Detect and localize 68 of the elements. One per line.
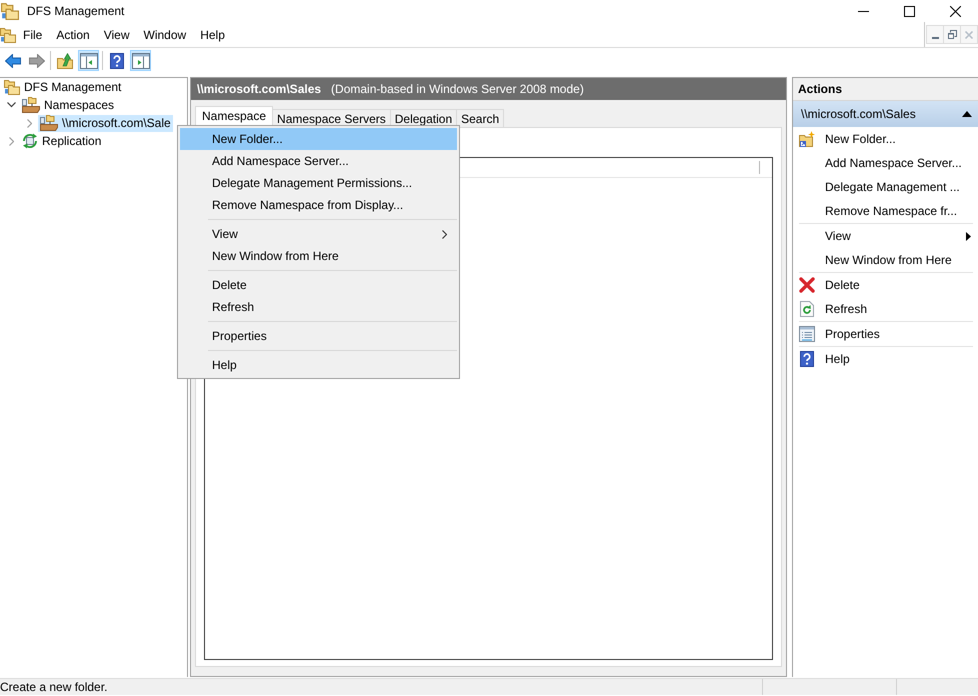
- chevron-right-icon: [442, 230, 447, 238]
- refresh-icon: [800, 301, 814, 317]
- tree-item[interactable]: DFS Management: [2, 78, 124, 96]
- menu-item[interactable]: Help: [193, 24, 232, 44]
- pane-left-icon: [80, 52, 98, 68]
- folder-server-icon: [40, 115, 58, 131]
- actions-title: Actions: [793, 78, 978, 101]
- restore-button[interactable]: [943, 25, 961, 44]
- tab[interactable]: Search: [456, 109, 504, 127]
- folders-icon: [1, 2, 19, 20]
- delete-icon: [799, 277, 815, 293]
- menu-item[interactable]: Delegate Management Permissions...: [180, 172, 457, 194]
- minimize-button[interactable]: [926, 25, 944, 44]
- pane-right-icon: [132, 52, 150, 68]
- action-pane-toggle[interactable]: [130, 50, 151, 71]
- task-link[interactable]: New Window from Here: [793, 248, 978, 272]
- menu-item[interactable]: Help: [180, 354, 457, 376]
- task-link[interactable]: Refresh: [793, 297, 978, 321]
- close-icon: [950, 6, 960, 16]
- new-folder-icon: [799, 131, 815, 147]
- task-link[interactable]: Add Namespace Server...: [793, 151, 978, 175]
- folder-server-icon: [22, 97, 40, 113]
- menu-item[interactable]: Add Namespace Server...: [180, 150, 457, 172]
- namespace-title: \\microsoft.com\Sales: [197, 82, 322, 96]
- folder-up-arrow-icon: [56, 52, 72, 68]
- task-link[interactable]: Delete: [793, 273, 978, 297]
- tree-item[interactable]: \\microsoft.com\Sale: [38, 114, 173, 132]
- chevron-right-icon[interactable]: [8, 136, 14, 146]
- properties-icon: [799, 326, 815, 342]
- triangle-right-icon: [966, 232, 971, 240]
- chevron-down-icon[interactable]: [6, 102, 16, 108]
- circular-arrows-icon: [22, 133, 38, 149]
- task-link[interactable]: Help: [793, 347, 978, 371]
- minimize-icon: [932, 37, 938, 39]
- menu-item[interactable]: View: [180, 223, 457, 245]
- menu-item[interactable]: Action: [49, 24, 97, 44]
- task-link[interactable]: Remove Namespace fr...: [793, 199, 978, 223]
- chevron-right-icon[interactable]: [26, 118, 32, 128]
- console-tree-toggle[interactable]: [78, 50, 99, 71]
- status-text: Create a new folder.: [0, 679, 108, 695]
- menu-item[interactable]: Refresh: [180, 296, 457, 318]
- task-link[interactable]: Delegate Management ...: [793, 175, 978, 199]
- close-icon: [965, 30, 973, 38]
- help-icon: [110, 52, 124, 68]
- menu-item[interactable]: View: [96, 24, 136, 44]
- help-icon: [800, 351, 814, 367]
- folders-icon: [0, 26, 16, 42]
- restore-icon: [948, 30, 956, 39]
- tree-item[interactable]: Replication: [20, 132, 104, 150]
- menu-item[interactable]: Delete: [180, 274, 457, 296]
- menu-item[interactable]: New Window from Here: [180, 245, 457, 267]
- menu-item[interactable]: Window: [136, 24, 194, 44]
- task-link[interactable]: New Folder...: [793, 127, 978, 151]
- task-link[interactable]: Properties: [793, 322, 978, 346]
- minimize-icon: [858, 10, 868, 12]
- tree-item[interactable]: Namespaces: [20, 96, 116, 114]
- menu-item[interactable]: File: [16, 24, 50, 44]
- menu-item[interactable]: Remove Namespace from Display...: [180, 194, 457, 216]
- arrow-right-icon: [28, 54, 44, 68]
- namespace-mode-text: (Domain-based in Windows Server 2008 mode): [331, 82, 584, 96]
- folders-icon: [4, 79, 20, 95]
- maximize-icon: [904, 6, 914, 16]
- menu-item[interactable]: New Folder...: [180, 128, 457, 150]
- task-link[interactable]: View: [793, 224, 978, 248]
- section-header[interactable]: \\microsoft.com\Sales: [793, 101, 978, 127]
- arrow-left-icon: [4, 54, 20, 68]
- menu-item[interactable]: Properties: [180, 325, 457, 347]
- window-title: DFS Management: [27, 4, 124, 18]
